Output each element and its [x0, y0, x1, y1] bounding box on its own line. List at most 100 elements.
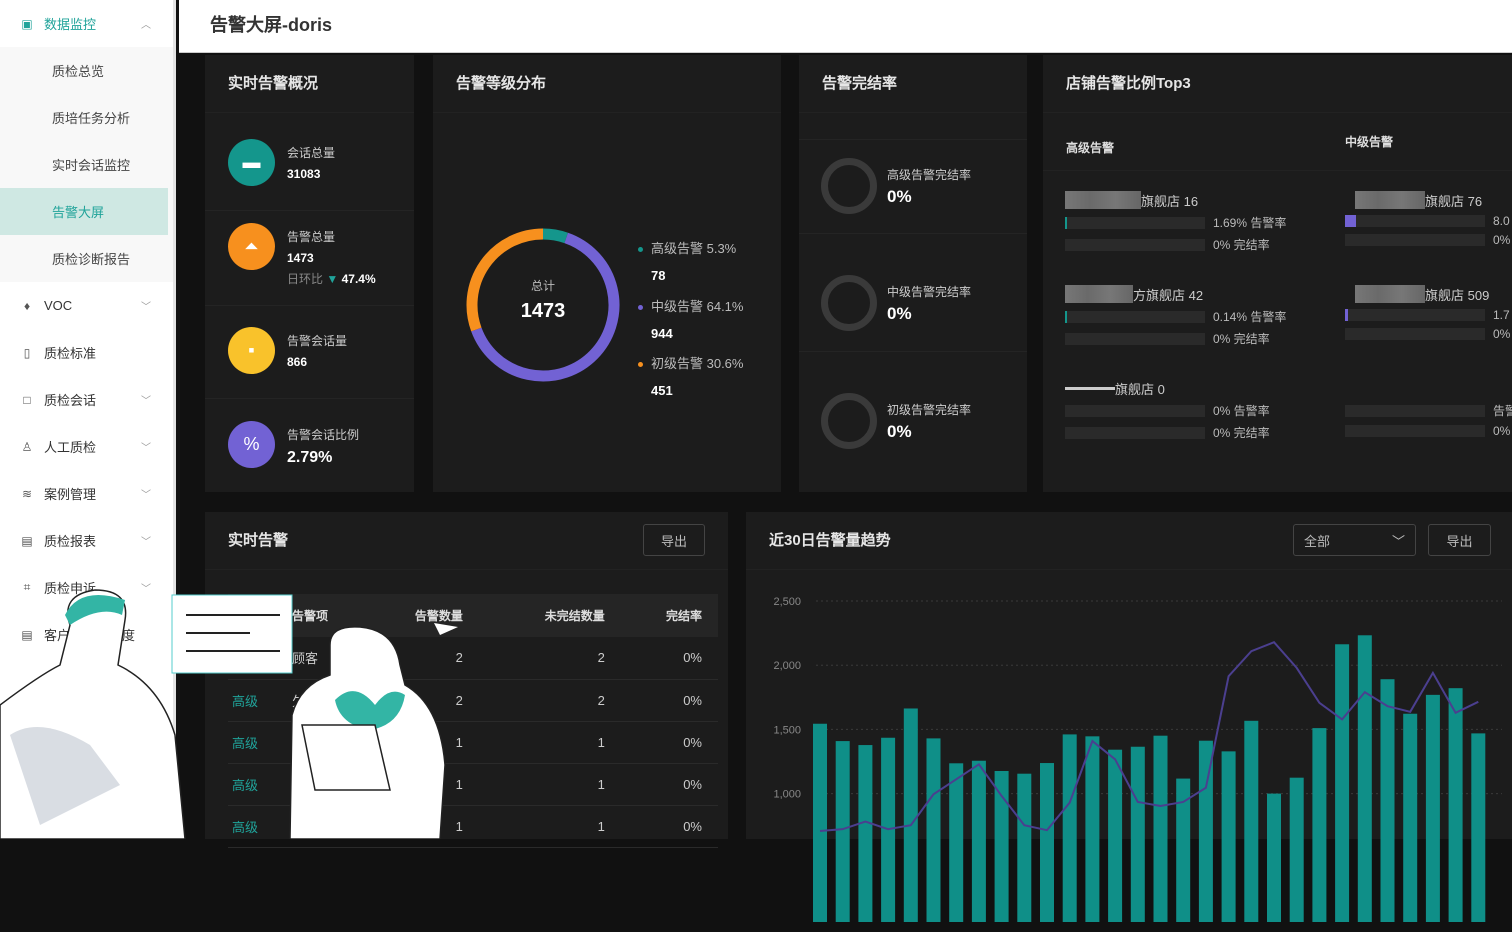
stat-value: 866 — [287, 355, 308, 369]
chevron-down-icon: ﹀ — [141, 302, 151, 313]
chevron-down-icon: ﹀ — [141, 396, 151, 407]
stat-alert-sessions: ▪ 告警会话量 866 — [228, 327, 347, 374]
bar[interactable] — [1017, 773, 1032, 922]
bar[interactable] — [813, 723, 827, 922]
completion-card: 告警完结率 高级告警完结率 0% 中级告警完结率 0% 初级告警完结率 0% — [799, 55, 1027, 492]
completion-high: 高级告警完结率 0% — [821, 158, 971, 214]
document-icon: ▯ — [23, 345, 31, 360]
ring-icon — [821, 275, 877, 331]
bar[interactable] — [1357, 635, 1372, 922]
nav-manual[interactable]: ♙ 人工质检 ﹀ — [0, 423, 173, 470]
sub-session-monitor[interactable]: 实时会话监控 — [0, 141, 173, 188]
bar[interactable] — [994, 771, 1009, 922]
open-cell: 1 — [478, 763, 621, 806]
stat-label: 会话总量 — [287, 146, 336, 160]
chat-icon: ▬ — [228, 139, 275, 186]
sub-overview[interactable]: 质检总览 — [0, 47, 173, 94]
bar[interactable] — [1471, 733, 1486, 922]
nav-voc[interactable]: ♦ VOC ﹀ — [0, 282, 173, 329]
nav-label: 数据监控 — [44, 17, 97, 32]
ring-icon — [821, 393, 877, 449]
chevron-down-icon: ﹀ — [141, 537, 151, 548]
user-icon: ♙ — [21, 439, 33, 454]
bar[interactable] — [835, 741, 850, 922]
nav-label: VOC — [44, 298, 73, 313]
nav-report[interactable]: ▤ 质检报表 ﹀ — [0, 517, 173, 564]
rate-cell: 0% — [620, 637, 718, 680]
bar[interactable] — [858, 745, 873, 922]
bar[interactable] — [1062, 734, 1077, 922]
nav-standard[interactable]: ▯ 质检标准 — [0, 329, 173, 376]
nav-label: 质检报表 — [44, 534, 97, 549]
nav-label: 质检标准 — [44, 346, 97, 361]
bar[interactable] — [1267, 793, 1281, 922]
bar[interactable] — [971, 760, 986, 922]
nav-session[interactable]: □ 质检会话 ﹀ — [0, 376, 173, 423]
bar[interactable] — [1312, 728, 1327, 922]
dod-value: 47.4% — [341, 272, 376, 286]
report-icon: ▤ — [21, 533, 33, 548]
stat-value: 1473 — [287, 251, 314, 265]
nav-data-monitor[interactable]: ▣ 数据监控 ︿ — [0, 0, 173, 47]
ring-icon — [821, 158, 877, 214]
bar[interactable] — [1040, 763, 1054, 922]
col-title: 高级告警 — [1043, 113, 1323, 171]
people-illustration — [0, 589, 458, 839]
bar[interactable] — [1221, 751, 1236, 922]
legend-high: 高级告警 5.3% 78 — [638, 238, 736, 283]
top3-card: 店铺告警比例Top3 高级告警 旗舰店 16 1.69% 告警率 0% 完结率 方旗… — [1043, 55, 1512, 492]
card-title: 告警完结率 — [799, 55, 1027, 113]
nav-case[interactable]: ≋ 案例管理 ﹀ — [0, 470, 173, 517]
bar[interactable] — [1130, 746, 1145, 922]
man-figure — [0, 589, 186, 839]
bar[interactable] — [1085, 736, 1100, 922]
bar[interactable] — [1289, 777, 1304, 922]
diamond-icon: ♦ — [23, 298, 31, 313]
bar[interactable] — [903, 708, 918, 922]
bar[interactable] — [1448, 688, 1463, 922]
down-arrow-icon: ▼ — [326, 272, 339, 286]
distribution-card: 告警等级分布 总计 1473 高级告警 5.3% 78 中级告警 64.1% 944… — [433, 55, 781, 492]
bar[interactable] — [1335, 644, 1350, 922]
page-title: 告警大屏-doris — [210, 15, 333, 35]
bar[interactable] — [926, 738, 941, 922]
open-cell: 1 — [478, 805, 621, 848]
bar[interactable] — [1176, 778, 1191, 922]
donut-total: 1473 — [520, 300, 566, 322]
stat-value: 31083 — [287, 167, 321, 181]
bar[interactable] — [1403, 713, 1418, 922]
sub-diagnosis-report[interactable]: 质检诊断报告 — [0, 235, 173, 282]
sub-task-analysis[interactable]: 质培任务分析 — [0, 94, 173, 141]
stat-label: 告警会话量 — [287, 334, 348, 348]
layers-icon: ≋ — [21, 486, 33, 501]
bar[interactable] — [1380, 679, 1395, 922]
stat-alert-ratio: % 告警会话比例 2.79% — [228, 421, 359, 468]
rate-cell: 0% — [620, 679, 718, 722]
chat-icon: □ — [23, 392, 31, 407]
y-tick-label: 1,500 — [773, 724, 801, 736]
bar[interactable] — [1108, 749, 1123, 922]
message-icon: ▪ — [228, 327, 275, 374]
bar[interactable] — [1425, 694, 1440, 922]
export-button[interactable]: 导出 — [643, 524, 705, 556]
rate-cell: 0% — [620, 763, 718, 806]
completion-low: 初级告警完结率 0% — [821, 393, 971, 449]
bar[interactable] — [1153, 735, 1168, 922]
bar[interactable] — [949, 763, 964, 922]
y-tick-label: 1,000 — [773, 789, 801, 801]
dod-label: 日环比 — [287, 272, 324, 286]
open-cell: 2 — [478, 637, 621, 680]
bar[interactable] — [1244, 720, 1259, 922]
chevron-down-icon: ﹀ — [141, 443, 151, 454]
alarm-icon: ⏶ — [228, 223, 275, 270]
y-tick-label: 2,500 — [773, 596, 801, 608]
chevron-up-icon: ︿ — [141, 20, 151, 31]
top3-high: 高级告警 旗舰店 16 1.69% 告警率 0% 完结率 方旗舰店 42 0.14% … — [1043, 113, 1323, 492]
rate-cell: 0% — [620, 805, 718, 848]
nav-label: 质检会话 — [44, 393, 97, 408]
stat-value: 2.79% — [287, 449, 333, 466]
sub-alert-screen[interactable]: 告警大屏 — [0, 188, 168, 235]
laptop — [301, 724, 391, 791]
stat-sessions: ▬ 会话总量 31083 — [228, 139, 335, 186]
legend-low: 初级告警 30.6% 451 — [638, 353, 743, 398]
